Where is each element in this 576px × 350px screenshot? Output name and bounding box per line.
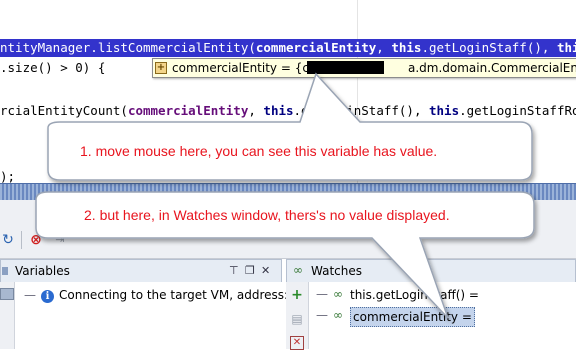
watch-row-getLoginStaff[interactable]: this.getLoginStaff() = xyxy=(350,286,479,304)
tree-line-icon: — xyxy=(24,288,36,302)
variables-row-connecting[interactable]: Connecting to the target VM, address: 'l… xyxy=(59,286,306,304)
code-text: ntityManager.listCommercialEntity( xyxy=(0,40,256,55)
variables-panel-title: Variables xyxy=(15,264,70,278)
redaction-bar xyxy=(307,61,384,74)
code-keyword-this: this xyxy=(263,103,294,118)
watches-side-toolbar: + ▤ ✕ xyxy=(286,282,309,350)
expand-plus-icon[interactable]: + xyxy=(155,62,167,74)
code-variable-commercialEntity[interactable]: commercialEntity xyxy=(256,40,376,55)
restore-icon[interactable]: ❐ xyxy=(245,260,255,282)
code-text: .size() > 0) { xyxy=(0,60,106,75)
remove-watch-icon[interactable]: ✕ xyxy=(290,336,304,350)
code-text: .getLoginStaffRole xyxy=(459,103,576,118)
stop-icon[interactable]: ⊗ xyxy=(28,232,44,248)
tree-line-icon: — xyxy=(316,287,328,301)
code-keyword-this: this xyxy=(391,40,422,55)
editor-splitter[interactable] xyxy=(0,183,576,200)
watches-panel-header: ∞ Watches xyxy=(286,259,576,283)
code-line-4[interactable]: ); xyxy=(0,168,15,183)
variables-side-toolbar xyxy=(0,282,15,349)
variables-panel-body: — i Connecting to the target VM, address… xyxy=(0,282,306,349)
add-watch-icon[interactable]: + xyxy=(290,288,304,302)
watch-glasses-icon: ∞ xyxy=(333,308,343,322)
variables-panel-header: Variables ⊤ ❐ ✕ xyxy=(0,259,282,283)
code-keyword-this: this xyxy=(429,103,460,118)
tree-line-icon: — xyxy=(316,308,328,322)
code-variable-commercialEntity[interactable]: commercialEntity xyxy=(128,103,248,118)
sidebar-frame-icon[interactable] xyxy=(0,288,14,300)
tooltip-text-suffix: a.dm.domain.CommercialEntity@541} xyxy=(407,61,576,75)
watches-panel-title: Watches xyxy=(311,264,362,278)
pin-icon[interactable]: ⊤ xyxy=(229,260,239,282)
watches-panel-body: + ▤ ✕ — ∞ this.getLoginStaff() = — ∞ com… xyxy=(286,282,576,350)
toolbar-separator xyxy=(21,231,22,249)
info-icon: i xyxy=(41,286,54,304)
watches-glasses-icon: ∞ xyxy=(293,263,303,277)
code-text: .getLoginStaff(), xyxy=(421,40,557,55)
close-icon[interactable]: ✕ xyxy=(261,260,270,282)
tooltip-text: commercialEntity = {com xyxy=(172,61,328,75)
code-line-selected[interactable]: ntityManager.listCommercialEntity(commer… xyxy=(0,39,576,57)
step-icon[interactable]: ⇥ xyxy=(52,232,68,248)
code-text: , xyxy=(248,103,264,118)
code-line-3[interactable]: rcialEntityCount(commercialEntity, this.… xyxy=(0,102,576,120)
panel-grip-icon xyxy=(2,267,8,275)
watch-glasses-icon: ∞ xyxy=(333,287,343,301)
code-text: .getLoginStaff(), xyxy=(293,103,429,118)
watch-row-commercialEntity[interactable]: commercialEntity = xyxy=(350,307,475,327)
code-keyword-this: this xyxy=(556,40,576,55)
duplicate-watch-icon[interactable]: ▤ xyxy=(290,312,304,326)
code-text: ); xyxy=(0,169,16,183)
code-line-2[interactable]: .size() > 0) { xyxy=(0,59,105,77)
code-text: rcialEntityCount( xyxy=(0,103,128,118)
rerun-icon[interactable]: ↻ xyxy=(0,232,16,248)
code-text: , xyxy=(376,40,392,55)
callout-2-text: 2. but here, in Watches window, thers's … xyxy=(84,207,450,223)
callout-1-text: 1. move mouse here, you can see this var… xyxy=(80,143,438,159)
